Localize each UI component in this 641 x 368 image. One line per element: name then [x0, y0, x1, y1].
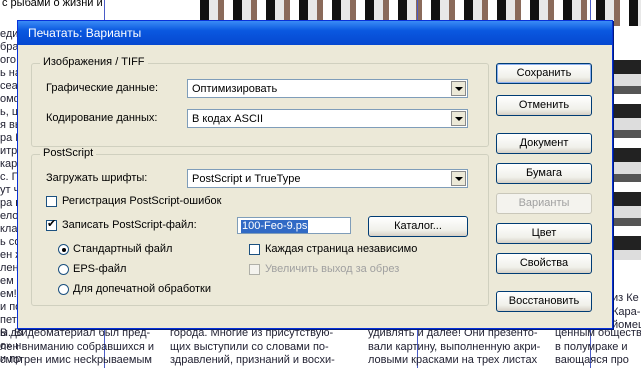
background-text-line: здравлений, признаний и восхи-: [170, 354, 335, 366]
save-button[interactable]: Сохранить: [496, 63, 592, 84]
background-text-line: йомещ: [612, 319, 641, 331]
data-encoding-select[interactable]: В кодах ASCII: [187, 109, 468, 128]
chevron-down-icon[interactable]: [451, 81, 466, 96]
graphics-data-label: Графические данные:: [46, 82, 159, 94]
background-text-line: ловыми красками на трех листах: [368, 354, 538, 366]
group-title: PostScript: [40, 147, 97, 159]
select-value: В кодах ASCII: [192, 113, 264, 125]
images-tiff-group: Изображения / TIFF Графические данные: О…: [31, 56, 489, 147]
checkmark-icon: ✔: [47, 218, 57, 230]
options-button: Варианты: [496, 193, 592, 214]
file-name-value: 100-Feo-9.ps: [241, 220, 309, 233]
color-button[interactable]: Цвет: [496, 223, 592, 244]
write-file-checkbox[interactable]: ✔: [46, 218, 57, 231]
restore-button[interactable]: Восстановить: [496, 291, 592, 312]
bleed-label: Увеличить выход за обрез: [265, 263, 400, 275]
background-text-line: смотрен имис неckрываемым: [0, 354, 152, 366]
load-fonts-label: Загружать шрифты:: [46, 172, 148, 184]
chevron-down-icon[interactable]: [451, 171, 466, 186]
register-errors-checkbox[interactable]: [46, 196, 57, 207]
print-options-dialog: Печатать: Варианты Изображения / TIFF Гр…: [17, 20, 613, 329]
title-bar[interactable]: Печатать: Варианты: [18, 21, 612, 45]
cancel-button[interactable]: Отменить: [496, 95, 592, 116]
graphics-data-select[interactable]: Оптимизировать: [187, 79, 468, 98]
background-text-line: лен вниманию собравшихся и: [0, 340, 155, 353]
background-text-line: вающаяся про: [555, 354, 629, 366]
eps-file-label[interactable]: EPS-файл: [73, 263, 126, 275]
prepress-radio[interactable]: [58, 284, 69, 295]
background-column: города. Многие из присутствую-щих выступ…: [170, 327, 335, 368]
group-title: Изображения / TIFF: [40, 56, 148, 68]
properties-button[interactable]: Свойства: [496, 253, 592, 274]
background-text-line: ы. Видеоматериал был пред-: [0, 327, 151, 339]
select-value: Оптимизировать: [192, 83, 278, 95]
each-page-label[interactable]: Каждая страница независимо: [265, 243, 417, 255]
background-text-line: в полумраке и: [555, 340, 628, 353]
standard-file-radio[interactable]: [58, 244, 69, 255]
background-column: ы. Видеоматериал был пред-лен вниманию с…: [0, 327, 154, 368]
select-value: PostScript и TrueType: [192, 173, 301, 185]
bleed-checkbox[interactable]: [249, 264, 260, 275]
background-text-line: из Ке: [612, 292, 639, 304]
paper-button[interactable]: Бумага: [496, 163, 592, 184]
background-top-text: с рыбами о жизни и: [2, 0, 103, 9]
eps-file-radio[interactable]: [58, 264, 69, 275]
dialog-title: Печатать: Варианты: [28, 26, 142, 40]
background-right-column: из КеКара-йомещ: [612, 292, 641, 333]
file-name-input[interactable]: 100-Feo-9.ps: [237, 217, 351, 234]
document-button[interactable]: Документ: [496, 133, 592, 154]
load-fonts-select[interactable]: PostScript и TrueType: [187, 169, 468, 188]
background-text-line: Кара-: [612, 305, 641, 318]
data-encoding-label: Кодирование данных:: [46, 112, 158, 124]
write-file-label[interactable]: Записать PostScript-файл:: [62, 219, 197, 231]
standard-file-label[interactable]: Стандартный файл: [73, 243, 172, 255]
each-page-checkbox[interactable]: [249, 244, 260, 255]
postscript-group: PostScript Загружать шрифты: PostScript …: [31, 147, 489, 306]
register-errors-label[interactable]: Регистрация PostScript-ошибок: [62, 195, 221, 207]
chevron-down-icon[interactable]: [451, 111, 466, 126]
background-text-line: щих выступили со словами по-: [170, 340, 329, 353]
prepress-label[interactable]: Для допечатной обработки: [73, 283, 211, 295]
background-text-line: вали картину, выполненную акри-: [368, 340, 541, 353]
background-text-line: города. Многие из присутствую-: [170, 327, 334, 339]
background-text-line: удивлять и далее! Они презенто-: [368, 327, 538, 339]
background-column: удивлять и далее! Они презенто-вали карт…: [368, 327, 540, 368]
radio-dot: [62, 248, 66, 252]
catalog-button[interactable]: Каталог...: [368, 216, 468, 237]
background-column: ценным общественв полумраке ивающаяся пр…: [555, 327, 641, 368]
